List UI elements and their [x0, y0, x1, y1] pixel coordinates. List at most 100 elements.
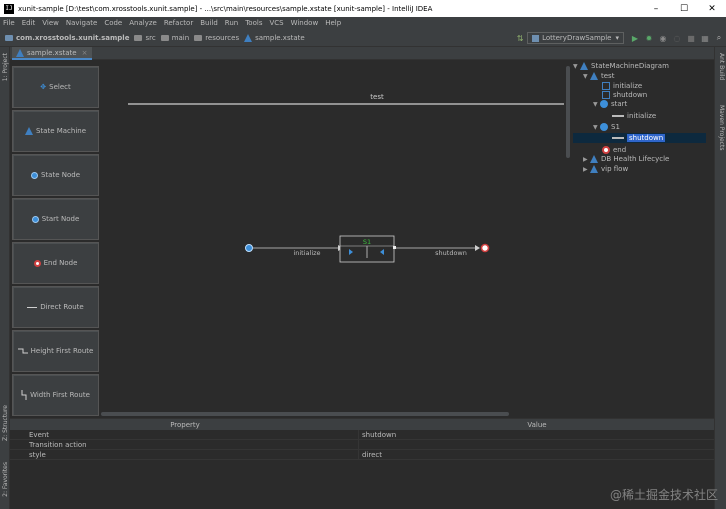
- watermark: @稀土掘金技术社区: [609, 488, 718, 502]
- diagram-canvas[interactable]: test initialize S1 shutdown: [101, 60, 567, 417]
- chevron-down-icon[interactable]: ▼: [573, 63, 580, 70]
- project-tool-button[interactable]: 1: Project: [2, 53, 9, 81]
- left-tool-window-strip: 1: Project Z: Structure 2: Favorites: [0, 47, 10, 509]
- stop-icon[interactable]: ■: [686, 33, 696, 43]
- chevron-down-icon: ▾: [615, 34, 619, 42]
- tree-node-transition-shutdown[interactable]: shutdown: [573, 133, 706, 143]
- vertical-scrollbar[interactable]: [566, 66, 570, 158]
- end-node[interactable]: [480, 243, 490, 253]
- property-value[interactable]: shutdown: [358, 430, 714, 439]
- menu-view[interactable]: View: [42, 19, 59, 27]
- end-node-icon: [33, 259, 41, 267]
- tree-node-label: start: [611, 100, 628, 108]
- breadcrumb-project[interactable]: com.xrosstools.xunit.sample: [5, 34, 129, 42]
- chevron-down-icon[interactable]: ▼: [583, 73, 590, 80]
- intellij-app-icon: IJ: [4, 3, 14, 14]
- palette-label: Height First Route: [30, 347, 94, 355]
- menu-file[interactable]: File: [3, 19, 15, 27]
- tree-node-machine-test[interactable]: ▼ test: [583, 71, 614, 81]
- state-machine-icon: [590, 165, 598, 173]
- chevron-down-icon[interactable]: ▼: [593, 101, 600, 108]
- start-node-icon: [600, 100, 608, 108]
- minimize-button[interactable]: –: [642, 0, 670, 17]
- maven-projects-tool-button[interactable]: Maven Projects: [718, 105, 725, 150]
- transition-shutdown-label[interactable]: shutdown: [435, 249, 467, 257]
- column-header-value[interactable]: Value: [360, 419, 714, 430]
- chevron-down-icon[interactable]: ▼: [593, 124, 600, 131]
- tree-node-label: StateMachineDiagram: [591, 62, 669, 70]
- menu-run[interactable]: Run: [225, 19, 238, 27]
- palette-state-machine-button[interactable]: State Machine: [12, 110, 99, 152]
- favorites-tool-button[interactable]: 2: Favorites: [2, 462, 9, 497]
- maximize-button[interactable]: ☐: [670, 0, 698, 17]
- breadcrumb-src[interactable]: src: [134, 33, 156, 42]
- start-node[interactable]: [245, 244, 253, 252]
- palette-state-node-button[interactable]: State Node: [12, 154, 99, 196]
- palette-start-node-button[interactable]: Start Node: [12, 198, 99, 240]
- state-node-s1-label[interactable]: S1: [363, 238, 371, 246]
- property-name: style: [29, 450, 46, 459]
- menu-build[interactable]: Build: [200, 19, 218, 27]
- breadcrumb-project-label: com.xrosstools.xunit.sample: [16, 33, 130, 42]
- menu-refactor[interactable]: Refactor: [164, 19, 193, 27]
- menu-navigate[interactable]: Navigate: [66, 19, 97, 27]
- coverage-icon[interactable]: ◉: [658, 33, 668, 43]
- build-hammer-icon[interactable]: ⇅: [515, 33, 525, 43]
- structure-tool-button[interactable]: Z: Structure: [2, 405, 9, 441]
- menu-vcs[interactable]: VCS: [269, 19, 283, 27]
- property-value[interactable]: direct: [358, 450, 714, 459]
- menu-help[interactable]: Help: [325, 19, 341, 27]
- menu-analyze[interactable]: Analyze: [129, 19, 157, 27]
- arrowhead-icon: [475, 245, 480, 251]
- debug-icon[interactable]: ✹: [644, 33, 654, 43]
- palette-direct-route-button[interactable]: Direct Route: [12, 286, 99, 328]
- chevron-right-icon[interactable]: ▶: [583, 156, 590, 163]
- run-icon[interactable]: ▶: [630, 33, 640, 43]
- state-machine-name[interactable]: test: [370, 93, 384, 101]
- breadcrumb-main[interactable]: main: [160, 34, 189, 42]
- breadcrumb-resources[interactable]: resources: [194, 34, 239, 42]
- tab-label: sample.xstate: [27, 48, 77, 57]
- palette-label: End Node: [43, 259, 78, 267]
- transition-initialize-label[interactable]: initialize: [293, 249, 320, 257]
- property-row-event[interactable]: Event shutdown: [10, 430, 714, 440]
- tree-node-label: end: [613, 146, 627, 154]
- tab-sample-xstate[interactable]: sample.xstate ×: [12, 47, 93, 60]
- palette-width-first-route-button[interactable]: Width First Route: [12, 374, 99, 416]
- horizontal-scrollbar[interactable]: [101, 412, 509, 416]
- property-row-transition-action[interactable]: Transition action: [10, 440, 714, 450]
- tree-node-db-health-lifecycle[interactable]: ▶ DB Health Lifecycle: [583, 154, 669, 164]
- chevron-right-icon[interactable]: ▶: [583, 166, 590, 173]
- start-node-icon: [31, 215, 39, 223]
- tree-node-start[interactable]: ▼ start: [593, 99, 627, 109]
- property-row-style[interactable]: style direct: [10, 450, 714, 460]
- palette-select-button[interactable]: ✥ Select: [12, 66, 99, 108]
- run-configuration-select[interactable]: LotteryDrawSample ▾: [527, 32, 624, 44]
- tree-node-root[interactable]: ▼ StateMachineDiagram: [573, 61, 669, 71]
- menu-window[interactable]: Window: [291, 19, 319, 27]
- tree-node-state-s1[interactable]: ▼ S1: [593, 122, 620, 132]
- palette-height-first-route-button[interactable]: Height First Route: [12, 330, 99, 372]
- selection-handle[interactable]: [393, 246, 396, 249]
- menu-edit[interactable]: Edit: [22, 19, 36, 27]
- breadcrumb-src-label: src: [145, 33, 156, 42]
- palette-end-node-button[interactable]: End Node: [12, 242, 99, 284]
- property-name: Event: [29, 430, 50, 439]
- event-icon: [602, 82, 610, 90]
- search-icon[interactable]: ⌕: [714, 33, 724, 43]
- ant-build-tool-button[interactable]: Ant Build: [718, 53, 725, 80]
- profile-icon[interactable]: ◌: [672, 33, 682, 43]
- menu-code[interactable]: Code: [104, 19, 122, 27]
- close-tab-icon[interactable]: ×: [82, 49, 88, 57]
- breadcrumb-file[interactable]: sample.xstate: [244, 33, 305, 42]
- tree-node-transition-initialize[interactable]: initialize: [612, 111, 656, 121]
- menu-tools[interactable]: Tools: [245, 19, 262, 27]
- tree-node-label: initialize: [627, 112, 657, 120]
- project-structure-icon[interactable]: ▦: [700, 33, 710, 43]
- xstate-file-icon: [244, 33, 253, 42]
- property-value[interactable]: [358, 440, 714, 449]
- tree-node-vip-flow[interactable]: ▶ vip flow: [583, 164, 628, 174]
- close-button[interactable]: ✕: [698, 0, 726, 17]
- state-node-icon: [30, 171, 38, 179]
- column-header-property[interactable]: Property: [10, 419, 360, 430]
